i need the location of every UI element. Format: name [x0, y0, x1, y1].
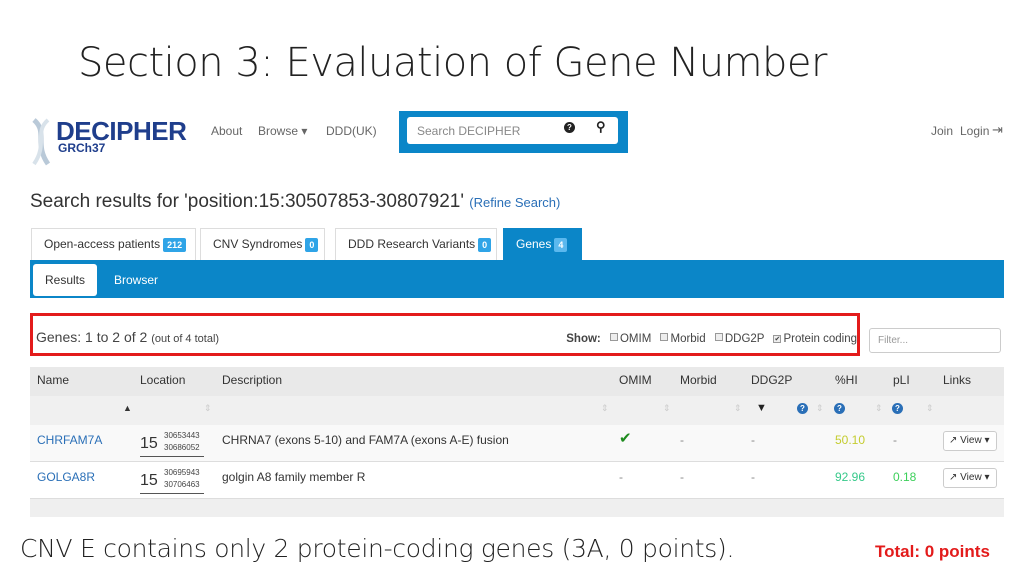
tab-genes[interactable]: Genes 4 — [503, 228, 582, 261]
sort-icon[interactable]: ⇕ — [663, 403, 671, 414]
gene-name-link[interactable]: GOLGA8R — [37, 470, 95, 484]
sort-icon[interactable]: ⇕ — [816, 403, 824, 414]
subtab-bar: Results Browser — [30, 260, 1004, 298]
table-footer — [30, 499, 1004, 517]
morbid-value: - — [680, 433, 684, 447]
search-heading: Search results for 'position:15:30507853… — [30, 191, 561, 212]
nav-about[interactable]: About — [211, 124, 242, 138]
sort-icon[interactable]: ⇕ — [926, 403, 934, 414]
subtab-browser[interactable]: Browser — [114, 273, 158, 287]
pli-value: - — [893, 433, 897, 447]
col-omim[interactable]: OMIM — [619, 373, 652, 387]
help-icon[interactable]: ? — [834, 403, 845, 414]
description: golgin A8 family member R — [222, 470, 366, 484]
col-links: Links — [943, 373, 972, 387]
sort-icon[interactable]: ⇕ — [734, 403, 742, 414]
login-icon[interactable]: ⇥ — [992, 122, 1003, 138]
login-link[interactable]: Login — [960, 124, 989, 138]
sort-asc-icon[interactable]: ▲ — [123, 403, 132, 413]
gene-name-link[interactable]: CHRFAM7A — [37, 433, 102, 447]
tab-open-access-patients[interactable]: Open-access patients 212 — [31, 228, 196, 261]
filter-input[interactable]: Filter... — [869, 328, 1001, 353]
check-icon: ✔ — [619, 430, 632, 447]
nav-dddu[interactable]: DDD(UK) — [326, 124, 377, 138]
sort-row: ▲ ⇕ ⇕ ⇕ ⇕ ▼ ? ⇕ ? ⇕ ? ⇕ — [30, 396, 1004, 425]
gene-count: Genes: 1 to 2 of 2 (out of 4 total) — [36, 329, 220, 345]
col-description[interactable]: Description — [222, 373, 282, 387]
ddg2p-value: - — [751, 433, 755, 447]
pli-value: 0.18 — [893, 470, 917, 484]
sort-icon[interactable]: ⇕ — [601, 403, 609, 414]
count-badge: 212 — [163, 237, 187, 252]
search-input[interactable]: Search DECIPHER — [407, 117, 618, 144]
count-badge: 4 — [554, 237, 568, 252]
sort-icon[interactable]: ⇕ — [875, 403, 883, 414]
table-row: CHRFAM7A 15 30653443 30686052 CHRNA7 (exon… — [30, 425, 1004, 462]
refine-search-link[interactable]: (Refine Search) — [469, 195, 560, 210]
ddg2p-value: - — [751, 470, 755, 484]
external-link-icon: ↗ — [949, 472, 958, 483]
tab-cnv-syndromes[interactable]: CNV Syndromes 0 — [200, 228, 325, 261]
table-header: Name Location Description OMIM Morbid DD… — [30, 367, 1004, 396]
help-icon[interactable]: ? — [797, 403, 808, 414]
description: CHRNA7 (exons 5-10) and FAM7A (exons A-E… — [222, 433, 509, 447]
hi-value: 92.96 — [835, 470, 866, 484]
col-morbid[interactable]: Morbid — [680, 373, 717, 387]
hi-value: 50.10 — [835, 433, 866, 447]
help-icon[interactable]: ? — [564, 122, 575, 133]
sort-icon[interactable]: ⇕ — [204, 403, 212, 414]
slide-caption: CNV E contains only 2 protein-coding gen… — [20, 534, 735, 563]
nav-browse[interactable]: Browse ▾ — [258, 124, 307, 138]
col-location[interactable]: Location — [140, 373, 185, 387]
count-badge: 0 — [305, 237, 319, 252]
ddg2p-checkbox[interactable] — [714, 333, 723, 341]
dna-helix-icon — [32, 118, 51, 166]
join-link[interactable]: Join — [931, 124, 953, 138]
protein-coding-checkbox[interactable]: ✔ — [773, 335, 782, 343]
table-row: GOLGA8R 15 30695943 30706463 golgin A8 fam… — [30, 462, 1004, 499]
location: 15 30695943 30706463 — [140, 467, 204, 494]
location: 15 30653443 30686052 — [140, 430, 204, 457]
view-button[interactable]: ↗ View ▾ — [943, 468, 997, 488]
search-icon[interactable]: ⚲ — [596, 119, 606, 135]
col-hi[interactable]: %HI — [835, 373, 858, 387]
col-name[interactable]: Name — [37, 373, 69, 387]
omim-checkbox[interactable] — [609, 333, 618, 341]
help-icon[interactable]: ? — [892, 403, 903, 414]
morbid-checkbox[interactable] — [660, 333, 669, 341]
filter-icon[interactable]: ▼ — [756, 402, 767, 414]
highlight-box: Genes: 1 to 2 of 2 (out of 4 total) Show… — [30, 313, 860, 356]
total-points: Total: 0 points — [875, 542, 990, 561]
view-button[interactable]: ↗ View ▾ — [943, 431, 997, 451]
subtab-results[interactable]: Results — [33, 264, 97, 296]
col-pli[interactable]: pLI — [893, 373, 910, 387]
decipher-logo[interactable]: DECIPHER GRCh37 — [30, 116, 200, 166]
morbid-value: - — [680, 470, 684, 484]
slide-title: Section 3: Evaluation of Gene Number — [78, 40, 827, 86]
show-filters: Show: OMIM Morbid DDG2P ✔ Protein coding — [566, 333, 857, 345]
col-ddg2p[interactable]: DDG2P — [751, 373, 792, 387]
count-badge: 0 — [478, 237, 492, 252]
search-bar: Search DECIPHER ? ⚲ — [399, 111, 628, 153]
external-link-icon: ↗ — [949, 435, 958, 446]
omim-value: - — [619, 470, 623, 484]
tab-ddd-research-variants[interactable]: DDD Research Variants 0 — [335, 228, 497, 261]
